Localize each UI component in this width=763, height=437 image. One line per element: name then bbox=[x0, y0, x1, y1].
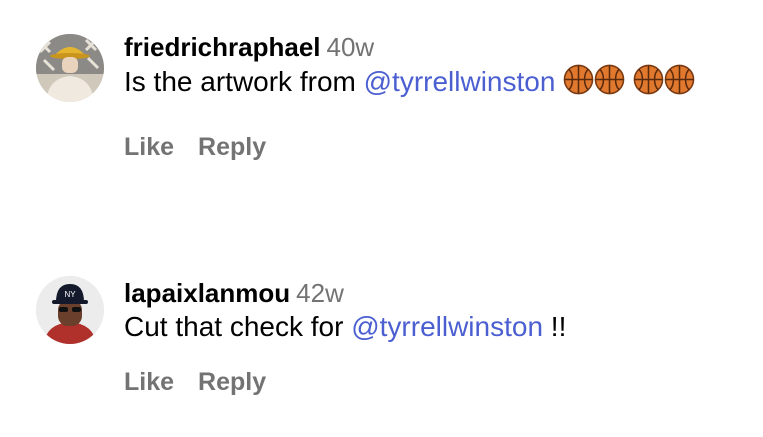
comment-text-start: Is the artwork from bbox=[124, 66, 364, 97]
comment-text: Is the artwork from @tyrrellwinston bbox=[124, 64, 724, 103]
avatar[interactable] bbox=[36, 34, 104, 102]
basketball-icon bbox=[563, 64, 594, 103]
basketball-icon bbox=[664, 64, 695, 103]
like-button[interactable]: Like bbox=[124, 368, 174, 396]
comment-actions: Like Reply bbox=[124, 133, 724, 162]
mention-link[interactable]: @tyrrellwinston bbox=[364, 66, 556, 97]
reply-button[interactable]: Reply bbox=[198, 133, 266, 161]
username[interactable]: lapaixlanmou bbox=[124, 278, 290, 308]
avatar-image bbox=[36, 34, 104, 102]
username[interactable]: friedrichraphael bbox=[124, 32, 321, 62]
avatar[interactable]: NY bbox=[36, 276, 104, 344]
basketball-icon bbox=[594, 64, 625, 103]
svg-text:NY: NY bbox=[64, 290, 76, 299]
comment-actions: Like Reply bbox=[124, 368, 724, 397]
reply-button[interactable]: Reply bbox=[198, 368, 266, 396]
mention-link[interactable]: @tyrrellwinston bbox=[351, 311, 543, 342]
like-button[interactable]: Like bbox=[124, 133, 174, 161]
basketball-icon bbox=[633, 64, 664, 103]
comment-text-start: Cut that check for bbox=[124, 311, 352, 342]
timestamp[interactable]: 40w bbox=[327, 32, 375, 62]
avatar-image: NY bbox=[36, 276, 104, 344]
comment-text: Cut that check for @tyrrellwinston !! bbox=[124, 310, 724, 344]
timestamp[interactable]: 42w bbox=[296, 278, 344, 308]
comment-text-end: !! bbox=[543, 311, 567, 342]
